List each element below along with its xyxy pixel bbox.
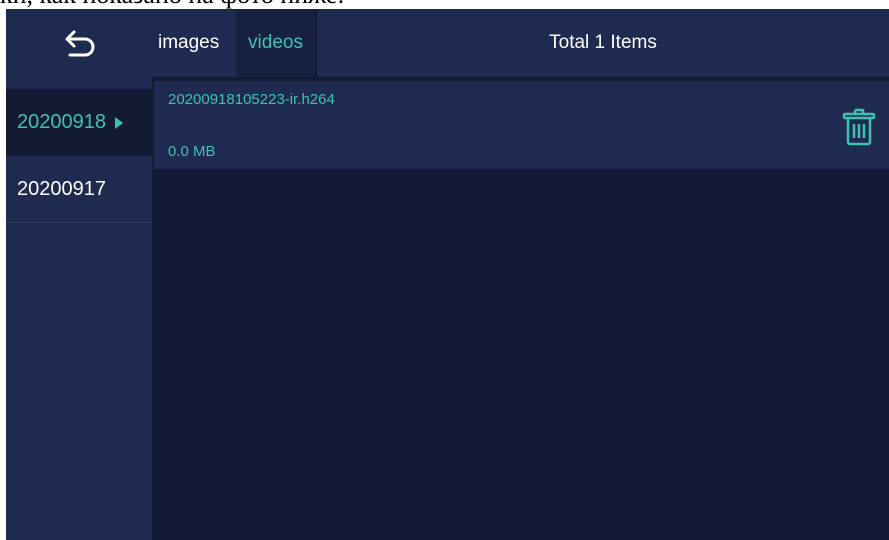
total-items-label: Total 1 Items (549, 32, 657, 53)
back-button[interactable] (6, 9, 152, 79)
page-caption: ки, как показано на фото ниже: (0, 0, 345, 9)
file-browser-app: 20200918 20200917 images videos Total 1 … (6, 9, 889, 540)
file-name: 20200918105223-ir.h264 (168, 91, 335, 108)
file-size: 0.0 MB (168, 143, 216, 160)
sidebar-date-item[interactable]: 20200917 (6, 156, 152, 223)
sidebar: 20200918 20200917 (6, 9, 152, 540)
date-label: 20200917 (17, 177, 106, 200)
caret-right-icon (114, 116, 123, 129)
trash-icon (842, 108, 876, 146)
top-bar: images videos Total 1 Items (152, 9, 889, 77)
tab-videos[interactable]: videos (236, 9, 315, 77)
delete-button[interactable] (841, 107, 877, 147)
back-arrow-icon (65, 30, 95, 57)
date-label: 20200918 (17, 111, 106, 133)
tab-images[interactable]: images (158, 9, 236, 77)
file-list-item[interactable]: 20200918105223-ir.h264 0.0 MB (154, 81, 889, 169)
sidebar-date-item-selected[interactable]: 20200918 (6, 89, 152, 156)
page-caption-strip: ки, как показано на фото ниже: (0, 0, 889, 9)
